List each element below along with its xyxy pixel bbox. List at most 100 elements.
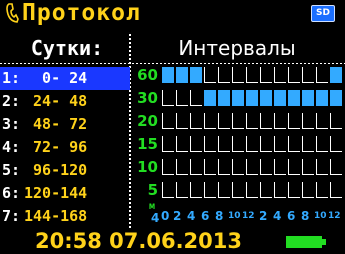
interval-bar	[274, 90, 286, 106]
intervals-header: Интервалы	[178, 36, 296, 60]
day-row-number: 6:	[2, 184, 21, 202]
x-axis-label: 4	[273, 209, 282, 223]
y-axis-label: 20	[137, 112, 158, 130]
x-axis-label: 6	[201, 209, 210, 223]
day-row[interactable]: 2: 24- 48	[0, 90, 130, 113]
interval-cell	[176, 182, 188, 198]
interval-cell	[218, 136, 230, 152]
interval-cell	[302, 182, 314, 198]
interval-bar	[204, 90, 216, 106]
day-row[interactable]: 4: 72- 96	[0, 136, 130, 159]
interval-bar	[316, 90, 328, 106]
interval-cell	[288, 67, 300, 83]
interval-cell	[190, 182, 202, 198]
interval-cell	[260, 113, 272, 129]
interval-cell	[232, 136, 244, 152]
interval-cell	[232, 67, 244, 83]
interval-cell	[274, 159, 286, 175]
interval-cell	[330, 159, 342, 175]
interval-cell	[316, 113, 328, 129]
sd-card-icon: SD	[311, 5, 335, 22]
day-row-range: 0- 24	[24, 69, 88, 87]
interval-bar	[330, 90, 342, 106]
interval-bar	[302, 90, 314, 106]
interval-cell	[176, 113, 188, 129]
battery-icon	[286, 236, 326, 248]
day-row-number: 5:	[2, 161, 21, 179]
day-row-range: 96-120	[24, 161, 88, 179]
interval-cell	[260, 67, 272, 83]
interval-bar	[260, 90, 272, 106]
interval-cell	[288, 113, 300, 129]
interval-cell	[316, 67, 328, 83]
status-bar: 20:58 07.06.2013	[0, 229, 345, 254]
day-row-number: 7:	[2, 207, 21, 225]
interval-cell	[246, 136, 258, 152]
interval-cell	[204, 159, 216, 175]
day-row-number: 1:	[2, 69, 21, 87]
interval-cell	[330, 113, 342, 129]
interval-cell	[274, 113, 286, 129]
interval-cell	[288, 182, 300, 198]
interval-cell	[162, 90, 174, 106]
day-row-range: 24- 48	[24, 92, 88, 110]
day-row[interactable]: 1: 0- 24	[0, 67, 130, 90]
interval-cell	[176, 90, 188, 106]
day-row[interactable]: 5: 96-120	[0, 159, 130, 182]
interval-cell	[190, 136, 202, 152]
interval-cell	[274, 67, 286, 83]
x-axis-label: 0	[161, 209, 170, 223]
interval-cell	[218, 182, 230, 198]
interval-cell	[274, 136, 286, 152]
interval-cell	[316, 182, 328, 198]
interval-cell	[232, 182, 244, 198]
interval-cell	[162, 159, 174, 175]
interval-cell	[330, 136, 342, 152]
interval-cell	[302, 113, 314, 129]
interval-cell	[218, 113, 230, 129]
day-row[interactable]: 3: 48- 72	[0, 113, 130, 136]
x-axis-label: 2	[259, 209, 268, 223]
interval-bar	[330, 67, 342, 83]
days-header: Сутки:	[30, 36, 104, 60]
interval-bar	[190, 67, 202, 83]
day-row-range: 72- 96	[24, 138, 88, 156]
day-row-range: 48- 72	[24, 115, 88, 133]
interval-cell	[232, 159, 244, 175]
interval-cell	[246, 182, 258, 198]
interval-cell	[162, 113, 174, 129]
datetime: 20:58 07.06.2013	[35, 229, 243, 253]
x-axis-label: 8	[301, 209, 310, 223]
interval-bar	[162, 67, 174, 83]
interval-cell	[218, 159, 230, 175]
interval-bar	[218, 90, 230, 106]
day-row[interactable]: 7: 144-168	[0, 205, 130, 228]
interval-cell	[204, 67, 216, 83]
interval-cell	[260, 136, 272, 152]
interval-cell	[246, 113, 258, 129]
interval-cell	[162, 136, 174, 152]
day-row-number: 4:	[2, 138, 21, 156]
y-axis-label: 15	[137, 135, 158, 153]
interval-cell	[232, 113, 244, 129]
page-title: Протокол	[22, 0, 141, 26]
y-axis-label: 60	[137, 66, 158, 84]
interval-cell	[246, 67, 258, 83]
x-axis-label: 2	[173, 209, 182, 223]
x-axis-label: 10	[314, 211, 327, 221]
day-row[interactable]: 6: 120-144	[0, 182, 130, 205]
day-row-range: 144-168	[24, 207, 88, 225]
interval-bar	[246, 90, 258, 106]
day-row-number: 2:	[2, 92, 21, 110]
interval-cell	[190, 159, 202, 175]
interval-cell	[204, 182, 216, 198]
interval-cell	[162, 182, 174, 198]
x-axis: м 4 0 2 4 6 8 10 12 2 4 6 8 10 12	[131, 201, 345, 227]
interval-cell	[176, 136, 188, 152]
interval-cell	[302, 136, 314, 152]
intervals-chart: 60 30 20 15 10 5 м 4 0 2 4 6 8 10 12 2 4 6 8 10 12	[131, 63, 345, 231]
interval-bar	[288, 90, 300, 106]
interval-cell	[288, 159, 300, 175]
x-axis-label: 12	[242, 211, 255, 221]
interval-cell	[176, 159, 188, 175]
